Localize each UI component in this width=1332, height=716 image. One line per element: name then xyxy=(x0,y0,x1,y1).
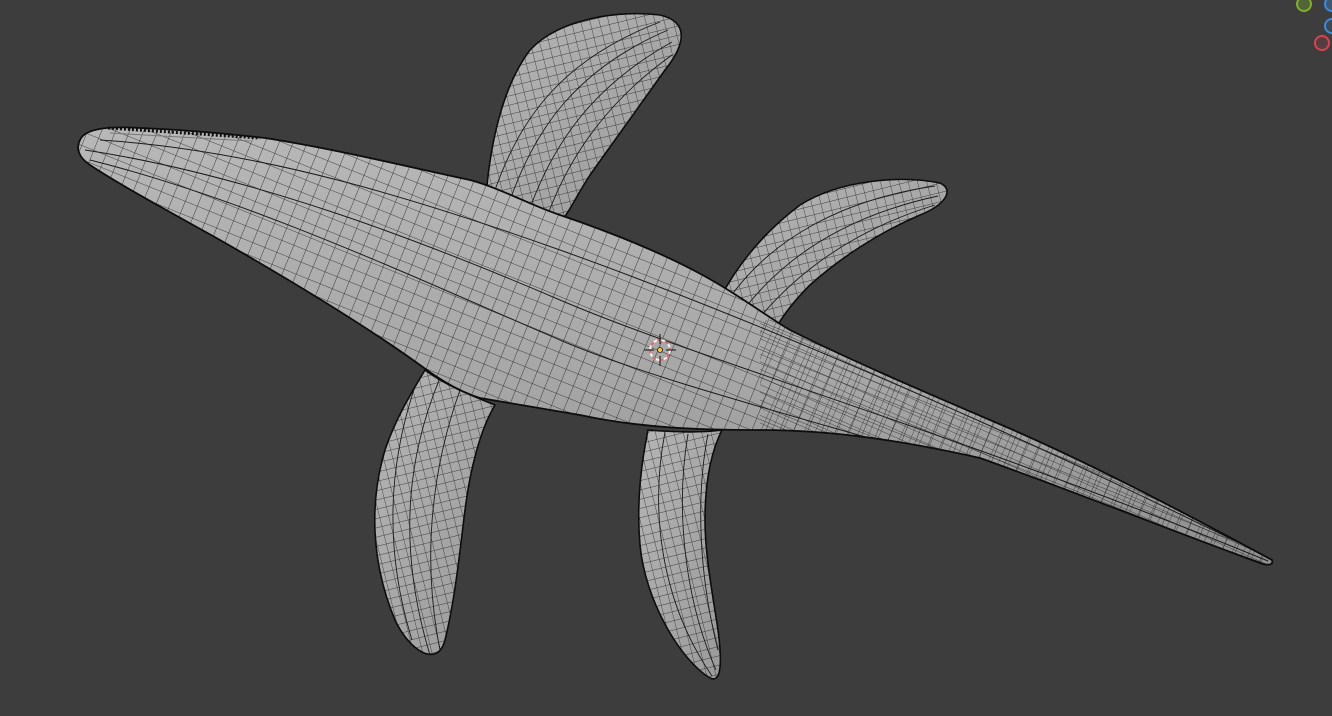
viewport-scene[interactable] xyxy=(0,0,1332,716)
fin-front-right[interactable] xyxy=(360,360,510,680)
nav-gizmo-x-axis[interactable]: X xyxy=(1314,35,1330,51)
plesiosaur-model[interactable] xyxy=(60,0,1290,690)
3d-viewport[interactable]: Y Z -Z X xyxy=(0,0,1332,716)
fin-rear-left[interactable] xyxy=(630,420,740,690)
